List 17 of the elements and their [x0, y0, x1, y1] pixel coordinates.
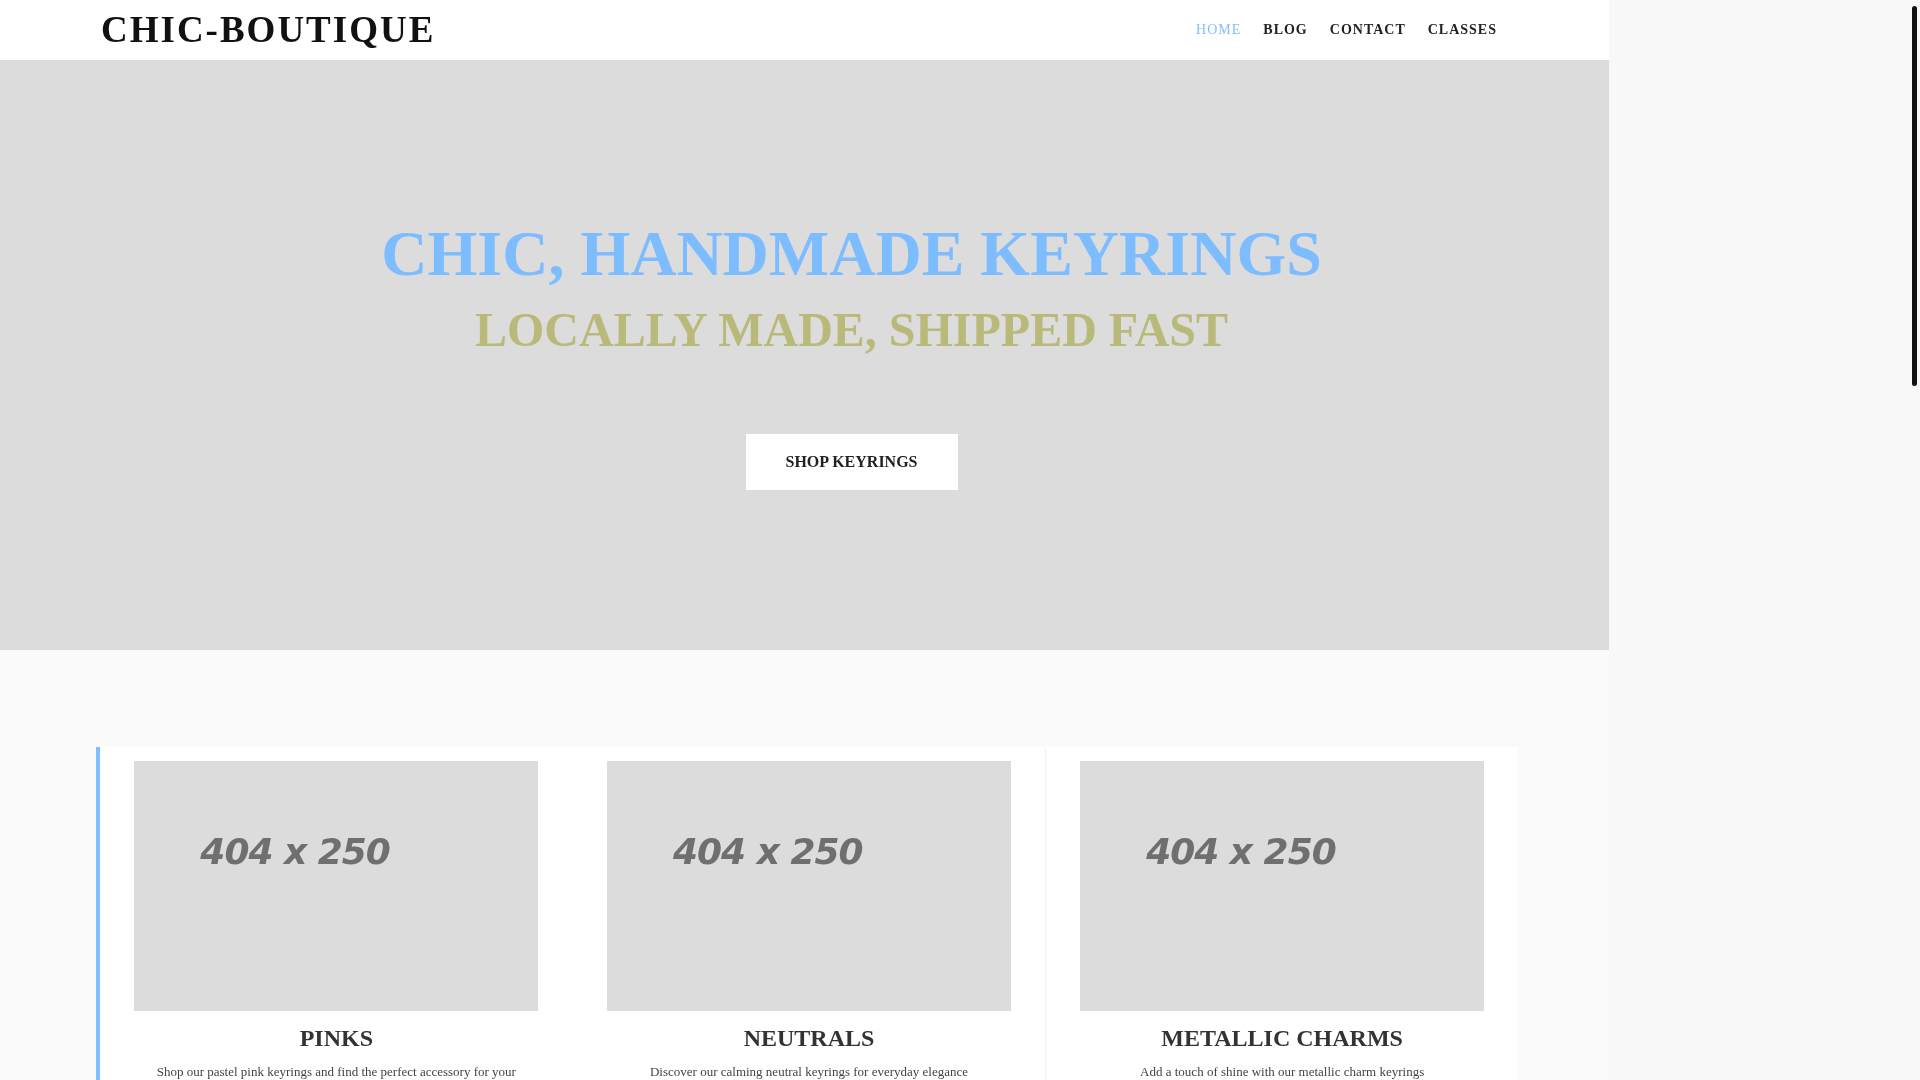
placeholder-text: 404 x 250 — [1146, 831, 1336, 872]
scrollbar-thumb[interactable] — [1912, 6, 1917, 386]
card-title: METALLIC CHARMS — [1161, 1025, 1403, 1052]
hero-subtitle: LOCALLY MADE, SHIPPED FAST — [475, 305, 1228, 354]
hero-title: CHIC, HANDMADE KEYRINGS — [381, 221, 1322, 286]
nav-link[interactable]: BLOG — [1263, 21, 1308, 38]
card-title: NEUTRALS — [743, 1025, 875, 1052]
card-description: Add a touch of shine with our metallic charm keyrings — [1140, 1064, 1425, 1080]
placeholder-text: 404 x 250 — [200, 831, 390, 872]
card-description: Shop our pastel pink keyrings and find the perfect accessory for your — [156, 1064, 516, 1080]
nav-link[interactable]: CLASSES — [1427, 21, 1497, 38]
card-description: Discover our calming neutral keyrings for everyday elegance — [650, 1064, 968, 1080]
placeholder-text: 404 x 250 — [673, 831, 863, 872]
shop-button[interactable]: SHOP KEYRINGS — [745, 433, 958, 490]
card-title: PINKS — [299, 1025, 373, 1052]
site-logo: CHIC-BOUTIQUE — [101, 8, 436, 52]
nav-link[interactable]: CONTACT — [1329, 21, 1406, 38]
